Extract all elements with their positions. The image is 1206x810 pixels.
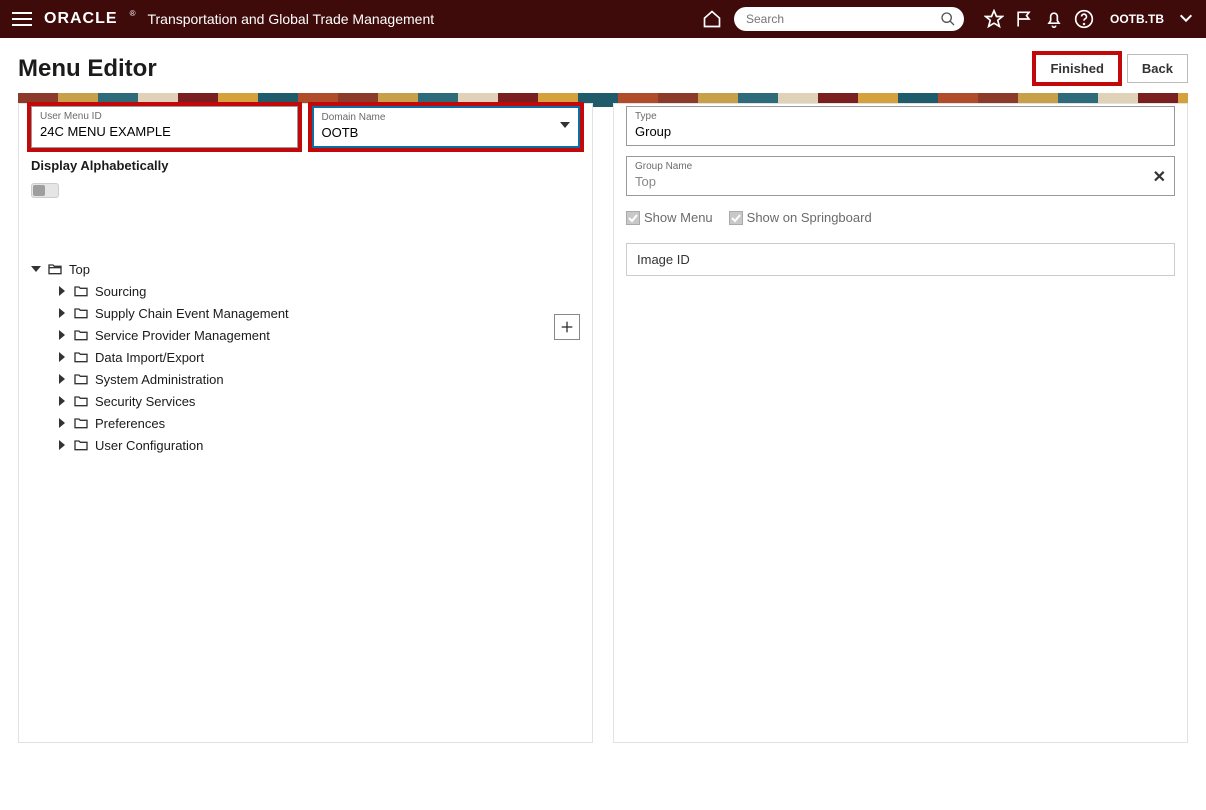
show-menu-label: Show Menu bbox=[644, 210, 713, 225]
tree-item-label: Service Provider Management bbox=[95, 328, 270, 343]
collapse-icon[interactable] bbox=[31, 264, 41, 274]
tree-item[interactable]: System Administration bbox=[57, 368, 580, 390]
domain-dropdown-icon[interactable] bbox=[560, 118, 570, 133]
page-title: Menu Editor bbox=[18, 55, 157, 83]
expand-icon[interactable] bbox=[57, 396, 67, 406]
search-input[interactable] bbox=[734, 7, 964, 31]
display-alpha-toggle[interactable] bbox=[31, 183, 59, 198]
folder-icon bbox=[73, 393, 89, 409]
check-icon bbox=[626, 211, 640, 225]
group-name-input[interactable] bbox=[635, 174, 1166, 189]
show-springboard-label: Show on Springboard bbox=[747, 210, 872, 225]
type-label: Type bbox=[635, 111, 1166, 122]
header-icons: OOTB.TB bbox=[984, 9, 1194, 29]
tree-item[interactable]: Preferences bbox=[57, 412, 580, 434]
folder-icon bbox=[73, 305, 89, 321]
tree-item[interactable]: Data Import/Export bbox=[57, 346, 580, 368]
user-menu-id-field[interactable]: User Menu ID bbox=[31, 106, 298, 148]
folder-open-icon bbox=[47, 261, 63, 277]
group-name-label: Group Name bbox=[635, 161, 1166, 172]
tree-item[interactable]: Security Services bbox=[57, 390, 580, 412]
tree-children: Sourcing Supply Chain Event Management Ser… bbox=[57, 280, 580, 456]
hamburger-icon[interactable] bbox=[12, 12, 32, 26]
tree-item-label: System Administration bbox=[95, 372, 224, 387]
expand-icon[interactable] bbox=[57, 418, 67, 428]
tree-item-label: Security Services bbox=[95, 394, 195, 409]
checkbox-row: Show Menu Show on Springboard bbox=[626, 210, 1175, 225]
type-input[interactable] bbox=[635, 124, 1166, 139]
tree-item-label: Data Import/Export bbox=[95, 350, 204, 365]
tree-root[interactable]: Top bbox=[31, 258, 580, 280]
tree-item[interactable]: Service Provider Management bbox=[57, 324, 580, 346]
app-title: Transportation and Global Trade Manageme… bbox=[147, 11, 434, 27]
image-id-field[interactable]: Image ID bbox=[626, 243, 1175, 276]
expand-icon[interactable] bbox=[57, 286, 67, 296]
folder-icon bbox=[73, 349, 89, 365]
expand-icon[interactable] bbox=[57, 374, 67, 384]
folder-icon bbox=[73, 327, 89, 343]
back-button[interactable]: Back bbox=[1127, 54, 1188, 83]
search-icon[interactable] bbox=[940, 11, 956, 27]
tree-item-label: User Configuration bbox=[95, 438, 203, 453]
page-actions: Finished Back bbox=[1035, 54, 1188, 83]
folder-icon bbox=[73, 283, 89, 299]
star-icon[interactable] bbox=[984, 9, 1004, 29]
tree-item[interactable]: Sourcing bbox=[57, 280, 580, 302]
flag-icon[interactable] bbox=[1014, 9, 1034, 29]
expand-icon[interactable] bbox=[57, 308, 67, 318]
tree-root-label: Top bbox=[69, 262, 90, 277]
tree-item-label: Preferences bbox=[95, 416, 165, 431]
left-panel: User Menu ID Domain Name Display Alphabe… bbox=[18, 103, 593, 743]
page-titlebar: Menu Editor Finished Back bbox=[0, 38, 1206, 93]
help-icon[interactable] bbox=[1074, 9, 1094, 29]
expand-icon[interactable] bbox=[57, 440, 67, 450]
domain-name-label: Domain Name bbox=[322, 112, 571, 123]
content: User Menu ID Domain Name Display Alphabe… bbox=[0, 103, 1206, 761]
image-id-label: Image ID bbox=[637, 252, 690, 267]
folder-icon bbox=[73, 371, 89, 387]
domain-name-field[interactable]: Domain Name bbox=[312, 106, 581, 148]
tree-item-label: Supply Chain Event Management bbox=[95, 306, 289, 321]
domain-name-input[interactable] bbox=[322, 125, 571, 140]
check-icon bbox=[729, 211, 743, 225]
bell-icon[interactable] bbox=[1044, 9, 1064, 29]
menu-tree: Top Sourcing Supply Chain Event Managemen… bbox=[31, 258, 580, 456]
display-alpha-label: Display Alphabetically bbox=[31, 158, 580, 173]
brand-logo: ORACLE bbox=[44, 10, 118, 28]
search-container bbox=[734, 7, 964, 31]
tree-item[interactable]: User Configuration bbox=[57, 434, 580, 456]
right-panel: Type Group Name ✕ Show Menu bbox=[613, 103, 1188, 743]
clear-icon[interactable]: ✕ bbox=[1153, 167, 1166, 187]
expand-icon[interactable] bbox=[57, 330, 67, 340]
finished-button[interactable]: Finished bbox=[1035, 54, 1118, 83]
user-label: OOTB.TB bbox=[1110, 12, 1164, 26]
folder-icon bbox=[73, 437, 89, 453]
group-name-field[interactable]: Group Name ✕ bbox=[626, 156, 1175, 196]
expand-icon[interactable] bbox=[57, 352, 67, 362]
folder-icon bbox=[73, 415, 89, 431]
tree-item-label: Sourcing bbox=[95, 284, 146, 299]
user-menu-id-label: User Menu ID bbox=[40, 111, 289, 122]
toggle-knob bbox=[33, 185, 45, 196]
user-chevron-icon[interactable] bbox=[1178, 10, 1194, 29]
user-menu-id-input[interactable] bbox=[40, 124, 289, 139]
type-field[interactable]: Type bbox=[626, 106, 1175, 146]
show-springboard-checkbox[interactable]: Show on Springboard bbox=[729, 210, 872, 225]
tree-item[interactable]: Supply Chain Event Management bbox=[57, 302, 580, 324]
add-button[interactable] bbox=[554, 314, 580, 340]
home-icon[interactable] bbox=[702, 9, 722, 29]
show-menu-checkbox[interactable]: Show Menu bbox=[626, 210, 713, 225]
global-header: ORACLE® Transportation and Global Trade … bbox=[0, 0, 1206, 38]
